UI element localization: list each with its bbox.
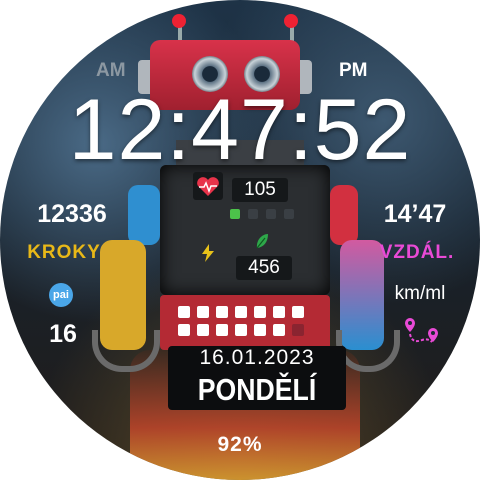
- heart-rate-value[interactable]: 105: [232, 179, 288, 201]
- robot-shoulder-right: [330, 185, 358, 245]
- pai-icon[interactable]: pai: [49, 283, 73, 307]
- progress-cell: [292, 306, 304, 318]
- progress-cells: [178, 306, 308, 338]
- calories-value[interactable]: 456: [236, 257, 292, 279]
- progress-cell: [254, 324, 266, 336]
- progress-cell: [197, 324, 209, 336]
- bolt-icon: [202, 244, 214, 262]
- progress-cell: [273, 324, 285, 336]
- progress-cell: [178, 324, 190, 336]
- watch-face: AM PM 12:47:52 105 456 12336 KROKY pai 1…: [0, 0, 480, 480]
- progress-cell: [216, 324, 228, 336]
- status-dot: [230, 209, 240, 219]
- status-dot: [284, 209, 294, 219]
- status-dot: [248, 209, 258, 219]
- date-text[interactable]: 16.01.2023: [168, 346, 346, 370]
- digital-time[interactable]: 12:47:52: [0, 82, 480, 178]
- robot-antenna-ball-left: [172, 14, 186, 28]
- leaf-icon: [256, 234, 268, 249]
- robot-shoulder-left: [128, 185, 160, 245]
- progress-cell: [235, 306, 247, 318]
- progress-cell: [273, 306, 285, 318]
- progress-cell: [292, 324, 304, 336]
- status-dot: [266, 209, 276, 219]
- steps-value[interactable]: 12336: [22, 200, 122, 229]
- route-icon[interactable]: [402, 314, 442, 350]
- distance-value[interactable]: 14’47: [370, 200, 460, 229]
- distance-label: VZDÁL.: [379, 242, 455, 263]
- progress-cell: [178, 306, 190, 318]
- heart-rate-icon[interactable]: [193, 172, 223, 200]
- steps-label: KROKY: [27, 242, 101, 263]
- progress-cell: [197, 306, 209, 318]
- robot-antenna-ball-right: [284, 14, 298, 28]
- battery-percent[interactable]: 92%: [0, 433, 480, 457]
- am-indicator: AM: [96, 60, 126, 81]
- status-dots: [230, 209, 294, 221]
- distance-unit: km/ml: [394, 283, 446, 304]
- pm-indicator: PM: [339, 60, 368, 81]
- pai-value[interactable]: 16: [36, 320, 90, 349]
- progress-cell: [254, 306, 266, 318]
- progress-cell: [216, 306, 228, 318]
- progress-cell: [235, 324, 247, 336]
- weekday-text: PONDĚLÍ: [197, 372, 317, 407]
